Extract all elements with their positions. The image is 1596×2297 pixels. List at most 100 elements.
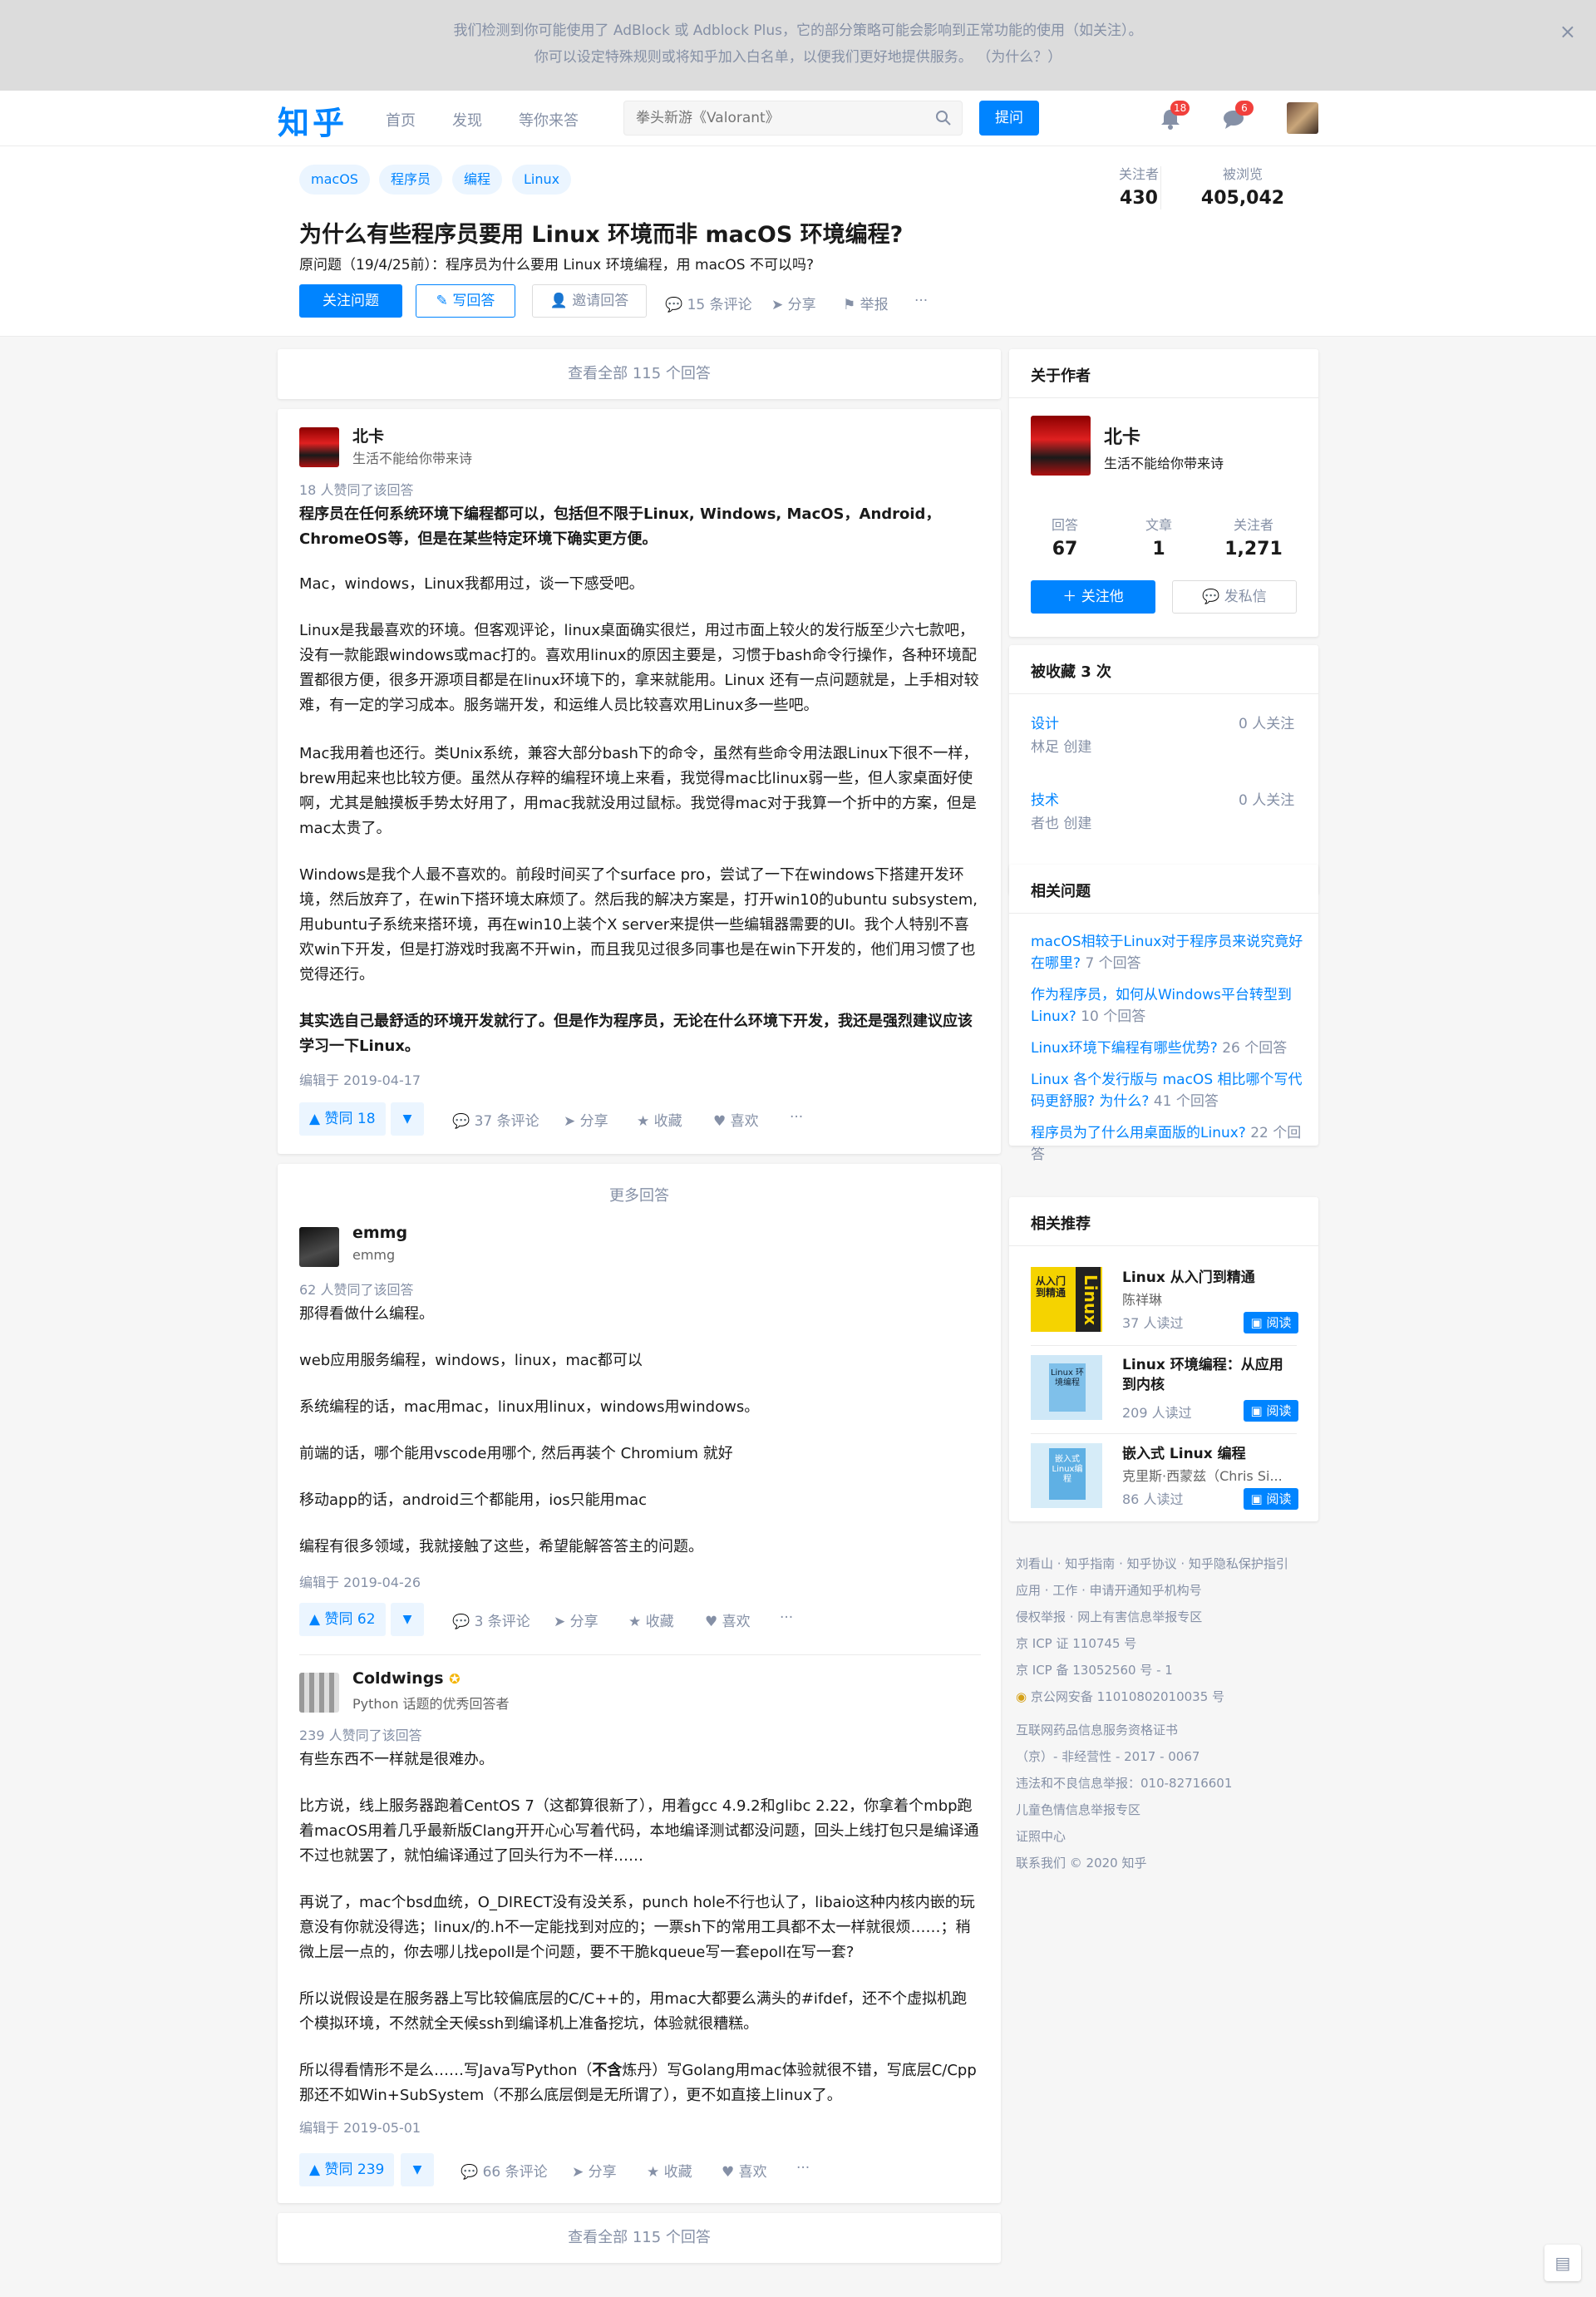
collection-name[interactable]: 设计	[1031, 713, 1059, 735]
follow-question-button[interactable]: 关注问题	[299, 284, 402, 318]
follow-author-button[interactable]: ＋ 关注他	[1031, 580, 1155, 614]
author-avatar[interactable]	[299, 427, 339, 467]
ask-button[interactable]: 提问	[979, 101, 1039, 136]
followers-count: 430	[1120, 188, 1158, 209]
topic-tag-programmer[interactable]: 程序员	[379, 165, 443, 195]
collect-button[interactable]: ★ 收藏	[647, 2160, 692, 2181]
author-name[interactable]: emmg	[352, 1224, 407, 1242]
author-answers-stat[interactable]: 回答 67	[1031, 514, 1099, 559]
related-question-item[interactable]: 作为程序员，如何从Windows平台转型到Linux? 10 个回答	[1031, 984, 1305, 1028]
book-title[interactable]: 嵌入式 Linux 编程	[1122, 1442, 1246, 1462]
footer-link-line[interactable]: 证照中心	[1016, 1827, 1066, 1845]
author-avatar[interactable]	[299, 1673, 339, 1713]
book-title[interactable]: Linux 环境编程：从应用到内核	[1122, 1355, 1297, 1395]
share-button[interactable]: ➤ 分享	[572, 2160, 617, 2181]
like-button[interactable]: ♥ 喜欢	[722, 2160, 767, 2181]
answer-paragraph: 移动app的话，android三个都能用，ios只能用mac	[299, 1491, 648, 1509]
topic-tag-linux[interactable]: Linux	[512, 165, 572, 195]
author-name[interactable]: Coldwings ✪	[352, 1669, 461, 1688]
read-label: 阅读	[1266, 1403, 1292, 1418]
like-button[interactable]: ♥ 喜欢	[713, 1109, 759, 1130]
nav-waiting[interactable]: 等你来答	[519, 109, 579, 131]
question-comments-button[interactable]: 💬 15 条评论	[665, 293, 752, 313]
book-cover[interactable]: 嵌入式 Linux编程	[1031, 1443, 1102, 1508]
downvote-button[interactable]: ▼	[391, 1603, 424, 1636]
related-question-text: Linux环境下编程有哪些优势?	[1031, 1040, 1218, 1057]
book-cover[interactable]: Linux 环境编程	[1031, 1355, 1102, 1420]
share-button[interactable]: ➤ 分享	[554, 1609, 598, 1630]
about-author-card: 关于作者 北卡 生活不能给你带来诗 回答 67 文章 1 关注者 1,271 ＋ 关注…	[1009, 349, 1318, 637]
message-icon: 💬	[1202, 589, 1220, 605]
feedback-float-button[interactable]: ▤	[1544, 2245, 1581, 2281]
collect-button[interactable]: ★ 收藏	[628, 1609, 674, 1630]
footer-link-line[interactable]: 联系我们 © 2020 知乎	[1016, 1854, 1146, 1871]
upvote-button[interactable]: ▲ 赞同 18	[299, 1102, 386, 1136]
search-input[interactable]	[624, 101, 907, 135]
stat-label: 回答	[1051, 517, 1078, 533]
footer-link-line[interactable]: 京 ICP 证 110745 号	[1016, 1634, 1136, 1652]
view-all-answers-bottom[interactable]: 查看全部 115 个回答	[278, 2213, 1001, 2263]
comments-button[interactable]: 💬 66 条评论	[461, 2160, 548, 2181]
invite-answer-button[interactable]: 👤 邀请回答	[532, 284, 647, 318]
send-message-button[interactable]: 💬 发私信	[1172, 580, 1297, 614]
close-banner-icon[interactable]: ×	[1559, 18, 1576, 45]
author-articles-stat[interactable]: 文章 1	[1129, 514, 1189, 559]
search-icon[interactable]	[935, 110, 952, 126]
more-button[interactable]: ···	[780, 1609, 793, 1626]
related-question-item[interactable]: macOS相较于Linux对于程序员来说究竟好在哪里? 7 个回答	[1031, 931, 1305, 974]
related-question-item[interactable]: Linux 各个发行版与 macOS 相比哪个写代码更舒服? 为什么? 41 个…	[1031, 1069, 1305, 1112]
read-button[interactable]: ▣ 阅读	[1244, 1488, 1298, 1510]
topic-tag-macos[interactable]: macOS	[299, 165, 370, 195]
read-button[interactable]: ▣ 阅读	[1244, 1312, 1298, 1333]
footer-link-line[interactable]: 京 ICP 备 13052560 号 - 1	[1016, 1661, 1173, 1678]
topic-tag-coding[interactable]: 编程	[452, 165, 503, 195]
top-navbar: 知乎 首页 发现 等你来答 提问 18 6	[0, 91, 1596, 146]
zhihu-logo[interactable]: 知乎	[278, 97, 347, 143]
collection-name[interactable]: 技术	[1031, 790, 1059, 811]
question-report-button[interactable]: ⚑ 举报	[843, 293, 889, 313]
related-question-item[interactable]: 程序员为了什么用桌面版的Linux? 22 个回答	[1031, 1122, 1305, 1166]
downvote-button[interactable]: ▼	[401, 2153, 434, 2186]
footer-link-line[interactable]: 儿童色情信息举报专区	[1016, 1801, 1140, 1818]
like-button[interactable]: ♥ 喜欢	[705, 1609, 751, 1630]
write-answer-button[interactable]: ✎ 写回答	[416, 284, 515, 318]
book-cover-linux-text: Linux	[1076, 1267, 1101, 1332]
nav-home[interactable]: 首页	[386, 109, 416, 131]
question-more-button[interactable]: ···	[914, 293, 928, 309]
upvote-button[interactable]: ▲ 赞同 62	[299, 1603, 386, 1636]
upvote-button[interactable]: ▲ 赞同 239	[299, 2153, 395, 2186]
collect-button[interactable]: ★ 收藏	[637, 1109, 682, 1130]
nav-explore[interactable]: 发现	[452, 109, 482, 131]
related-question-item[interactable]: Linux环境下编程有哪些优势? 26 个回答	[1031, 1038, 1305, 1059]
author-name[interactable]: 北卡	[352, 424, 384, 446]
footer-link-line[interactable]: 互联网药品信息服务资格证书	[1016, 1721, 1178, 1738]
comments-label: 66 条评论	[482, 2164, 548, 2181]
downvote-button[interactable]: ▼	[391, 1102, 424, 1136]
footer-link-line[interactable]: 违法和不良信息举报：010-82716601	[1016, 1774, 1232, 1792]
author-name[interactable]: 北卡	[1104, 422, 1140, 449]
footer-link-line[interactable]: 应用 · 工作 · 申请开通知乎机构号	[1016, 1581, 1202, 1599]
footer-link-line[interactable]: 刘看山 · 知乎指南 · 知乎协议 · 知乎隐私保护指引	[1016, 1555, 1288, 1572]
invite-icon: 👤	[549, 293, 568, 309]
more-button[interactable]: ···	[796, 2160, 810, 2176]
question-report-label: 举报	[860, 297, 889, 313]
read-button[interactable]: ▣ 阅读	[1244, 1400, 1298, 1422]
question-share-button[interactable]: ➤ 分享	[771, 293, 816, 313]
footer-link-line[interactable]: （京）- 非经营性 - 2017 - 0067	[1016, 1747, 1199, 1765]
share-button[interactable]: ➤ 分享	[564, 1109, 608, 1130]
collect-label: 收藏	[663, 2164, 692, 2181]
user-avatar[interactable]	[1287, 102, 1318, 134]
book-cover[interactable]: 从入门到精通 Linux	[1031, 1267, 1102, 1332]
answer-paragraph: Windows是我个人最不喜欢的。前段时间买了个surface pro，尝试了一…	[299, 866, 978, 983]
footer-link-line[interactable]: 侵权举报 · 网上有害信息举报专区	[1016, 1608, 1202, 1625]
author-followers-stat[interactable]: 关注者 1,271	[1214, 514, 1293, 559]
author-avatar[interactable]	[299, 1227, 339, 1267]
book-title[interactable]: Linux 从入门到精通	[1122, 1265, 1255, 1286]
author-avatar-large[interactable]	[1031, 416, 1091, 476]
view-all-answers-top[interactable]: 查看全部 115 个回答	[278, 349, 1001, 399]
comments-button[interactable]: 💬 37 条评论	[452, 1109, 539, 1130]
comments-button[interactable]: 💬 3 条评论	[452, 1609, 530, 1630]
more-button[interactable]: ···	[790, 1109, 803, 1126]
heart-icon: ♥	[713, 1113, 727, 1130]
footer-link-line[interactable]: ◉ 京公网安备 11010802010035 号	[1016, 1688, 1224, 1705]
